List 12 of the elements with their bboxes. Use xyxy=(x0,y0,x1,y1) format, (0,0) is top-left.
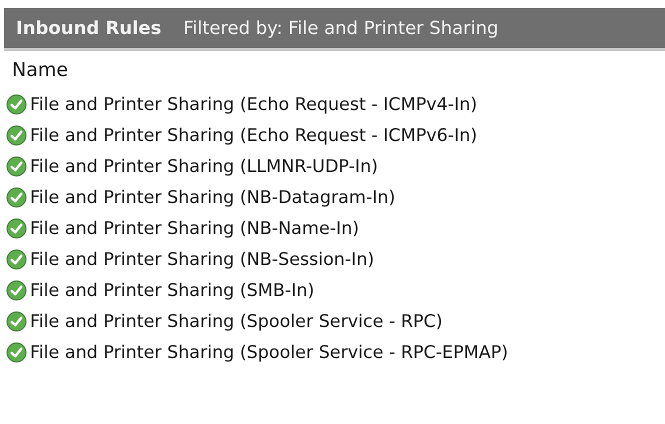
filter-label: Filtered by: File and Printer Sharing xyxy=(183,18,498,38)
panel-title: Inbound Rules xyxy=(16,18,162,38)
rule-name[interactable]: File and Printer Sharing (NB-Session-In) xyxy=(30,250,374,270)
rule-name[interactable]: File and Printer Sharing (Spooler Service - RPC-EPMAP) xyxy=(30,342,508,362)
rule-name[interactable]: File and Printer Sharing (Echo Request - ICMPv6-In) xyxy=(30,126,478,146)
column-header[interactable]: Name xyxy=(12,59,68,81)
rule-name[interactable]: File and Printer Sharing (SMB-In) xyxy=(30,280,314,300)
rule-name[interactable]: File and Printer Sharing (LLMNR-UDP-In) xyxy=(30,156,378,176)
rule-name[interactable]: File and Printer Sharing (NB-Datagram-In) xyxy=(30,188,396,208)
rule-name[interactable]: File and Printer Sharing (Spooler Service - RPC) xyxy=(30,312,443,332)
rule-name[interactable]: File and Printer Sharing (Echo Request - ICMPv4-In) xyxy=(30,94,478,114)
rule-name[interactable]: File and Printer Sharing (NB-Name-In) xyxy=(30,218,360,238)
